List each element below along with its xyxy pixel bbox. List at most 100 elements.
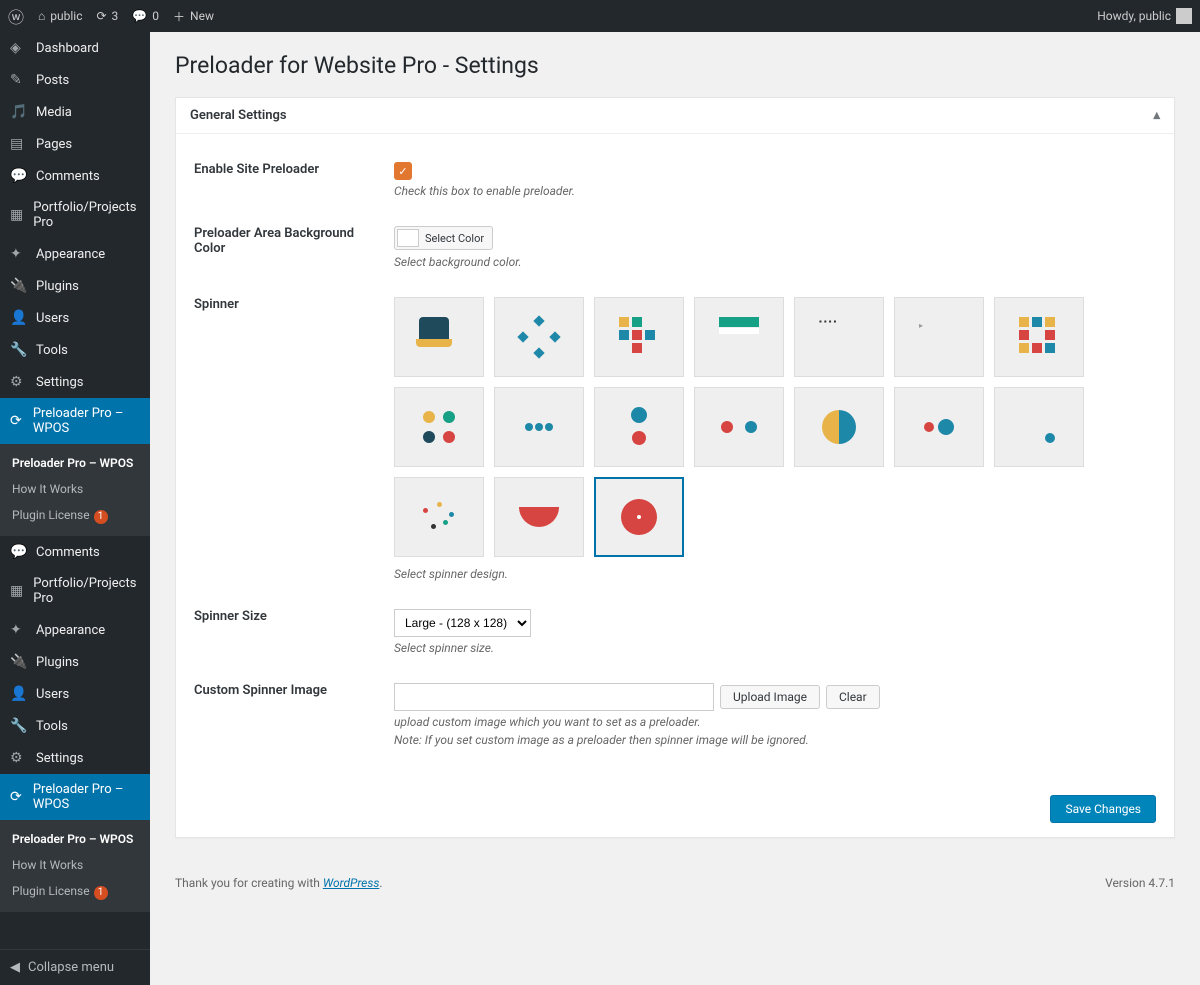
menu-settings-2[interactable]: ⚙Settings — [0, 742, 150, 774]
menu-comments-2[interactable]: 💬Comments — [0, 536, 150, 568]
menu-plugins-2[interactable]: 🔌Plugins — [0, 646, 150, 678]
spinner-option-13[interactable] — [894, 387, 984, 467]
submenu-license-2[interactable]: Plugin License1 — [0, 878, 150, 906]
main-content: Preloader for Website Pro - Settings Gen… — [150, 32, 1200, 985]
menu-posts[interactable]: ✎Posts — [0, 64, 150, 96]
menu-pages[interactable]: ▤Pages — [0, 128, 150, 160]
submenu-how[interactable]: How It Works — [0, 476, 150, 502]
spinner-grid: ▪▪▪▪ ▸ — [394, 297, 1094, 557]
row-custom-spinner: Custom Spinner Image Upload Image Clear … — [194, 669, 1156, 761]
menu-tools-2[interactable]: 🔧Tools — [0, 710, 150, 742]
tools-icon: 🔧 — [10, 342, 28, 358]
menu-users[interactable]: 👤Users — [0, 302, 150, 334]
refresh[interactable]: ⟳ 3 — [96, 9, 118, 23]
spinner-option-8[interactable] — [394, 387, 484, 467]
menu-tools[interactable]: 🔧Tools — [0, 334, 150, 366]
submenu-how-2[interactable]: How It Works — [0, 852, 150, 878]
spinner-option-2[interactable] — [494, 297, 584, 377]
custom-desc2: Note: If you set custom image as a prelo… — [394, 733, 1156, 747]
users-icon: 👤 — [10, 310, 28, 326]
admin-sidebar: ◈Dashboard ✎Posts 🎵Media ▤Pages 💬Comment… — [0, 32, 150, 985]
custom-image-input[interactable] — [394, 683, 714, 711]
spinner-option-4[interactable] — [694, 297, 784, 377]
spinner-size-label: Spinner Size — [194, 609, 394, 624]
select-color-button[interactable]: Select Color — [394, 226, 493, 250]
row-enable: Enable Site Preloader ✓ Check this box t… — [194, 148, 1156, 212]
enable-checkbox[interactable]: ✓ — [394, 162, 412, 180]
howdy[interactable]: Howdy, public — [1097, 8, 1192, 24]
appearance-icon: ✦ — [10, 246, 28, 262]
settings-icon: ⚙ — [10, 750, 28, 766]
menu-preloader-2[interactable]: ⟳Preloader Pro – WPOS — [0, 774, 150, 820]
plugins-icon: 🔌 — [10, 654, 28, 670]
spinner-option-7[interactable] — [994, 297, 1084, 377]
menu-dashboard[interactable]: ◈Dashboard — [0, 32, 150, 64]
spinner-option-1[interactable] — [394, 297, 484, 377]
pages-icon: ▤ — [10, 136, 28, 152]
submenu-main[interactable]: Preloader Pro – WPOS — [0, 450, 150, 476]
spinner-option-9[interactable] — [494, 387, 584, 467]
spinner-option-10[interactable] — [594, 387, 684, 467]
settings-panel: General Settings ▴ Enable Site Preloader… — [175, 97, 1175, 838]
submenu-license[interactable]: Plugin License1 — [0, 502, 150, 530]
spinner-option-14[interactable] — [994, 387, 1084, 467]
spinner-option-15[interactable] — [394, 477, 484, 557]
bgcolor-label: Preloader Area Background Color — [194, 226, 394, 256]
submenu-main-2[interactable]: Preloader Pro – WPOS — [0, 826, 150, 852]
spinner-label: Spinner — [194, 297, 394, 312]
site-name[interactable]: ⌂ public — [38, 9, 82, 23]
bgcolor-desc: Select background color. — [394, 255, 1156, 269]
preloader-icon: ⟳ — [10, 413, 25, 429]
menu-settings[interactable]: ⚙Settings — [0, 366, 150, 398]
collapse-icon: ◀ — [10, 960, 20, 975]
spinner-option-6[interactable]: ▸ — [894, 297, 984, 377]
panel-title: General Settings — [190, 108, 287, 123]
menu-users-2[interactable]: 👤Users — [0, 678, 150, 710]
menu-media[interactable]: 🎵Media — [0, 96, 150, 128]
menu-preloader[interactable]: ⟳Preloader Pro – WPOS — [0, 398, 150, 444]
menu-plugins[interactable]: 🔌Plugins — [0, 270, 150, 302]
settings-icon: ⚙ — [10, 374, 28, 390]
spinner-option-16[interactable] — [494, 477, 584, 557]
new-content[interactable]: ＋ New — [173, 8, 214, 25]
avatar-icon — [1176, 8, 1192, 24]
clear-button[interactable]: Clear — [826, 685, 880, 709]
menu-portfolio[interactable]: ▦Portfolio/Projects Pro — [0, 192, 150, 238]
row-bgcolor: Preloader Area Background Color Select C… — [194, 212, 1156, 283]
panel-head[interactable]: General Settings ▴ — [176, 98, 1174, 134]
enable-desc: Check this box to enable preloader. — [394, 184, 1156, 198]
license-badge: 1 — [94, 886, 108, 900]
spinner-option-17[interactable] — [594, 477, 684, 557]
admin-bar: ⓦ ⌂ public ⟳ 3 💬 0 ＋ New Howdy, public — [0, 0, 1200, 32]
spinner-option-11[interactable] — [694, 387, 784, 467]
wp-logo[interactable]: ⓦ — [8, 4, 24, 28]
color-swatch — [397, 229, 419, 247]
plugins-icon: 🔌 — [10, 278, 28, 294]
menu-portfolio-2[interactable]: ▦Portfolio/Projects Pro — [0, 568, 150, 614]
comments-icon: 💬 — [10, 544, 28, 560]
wordpress-link[interactable]: WordPress — [323, 876, 380, 890]
media-icon: 🎵 — [10, 104, 28, 120]
save-changes-button[interactable]: Save Changes — [1050, 795, 1156, 823]
spinner-option-12[interactable] — [794, 387, 884, 467]
menu-comments[interactable]: 💬Comments — [0, 160, 150, 192]
row-spinner: Spinner ▪▪▪▪ ▸ — [194, 283, 1156, 595]
spinner-size-select[interactable]: Large - (128 x 128) — [394, 609, 531, 637]
spinner-option-3[interactable] — [594, 297, 684, 377]
row-spinner-size: Spinner Size Large - (128 x 128) Select … — [194, 595, 1156, 669]
license-badge: 1 — [94, 510, 108, 524]
upload-image-button[interactable]: Upload Image — [720, 685, 820, 709]
admin-footer: Thank you for creating with WordPress. V… — [175, 858, 1175, 908]
dashboard-icon: ◈ — [10, 40, 28, 56]
menu-appearance[interactable]: ✦Appearance — [0, 238, 150, 270]
comments-bubble[interactable]: 💬 0 — [132, 9, 159, 23]
appearance-icon: ✦ — [10, 622, 28, 638]
portfolio-icon: ▦ — [10, 207, 25, 223]
preloader-icon: ⟳ — [10, 789, 25, 805]
collapse-menu[interactable]: ◀Collapse menu — [0, 949, 150, 985]
spinner-option-5[interactable]: ▪▪▪▪ — [794, 297, 884, 377]
panel-toggle-icon[interactable]: ▴ — [1153, 108, 1160, 123]
menu-appearance-2[interactable]: ✦Appearance — [0, 614, 150, 646]
footer-thanks: Thank you for creating with WordPress. — [175, 876, 383, 890]
preloader-submenu-2: Preloader Pro – WPOS How It Works Plugin… — [0, 820, 150, 912]
